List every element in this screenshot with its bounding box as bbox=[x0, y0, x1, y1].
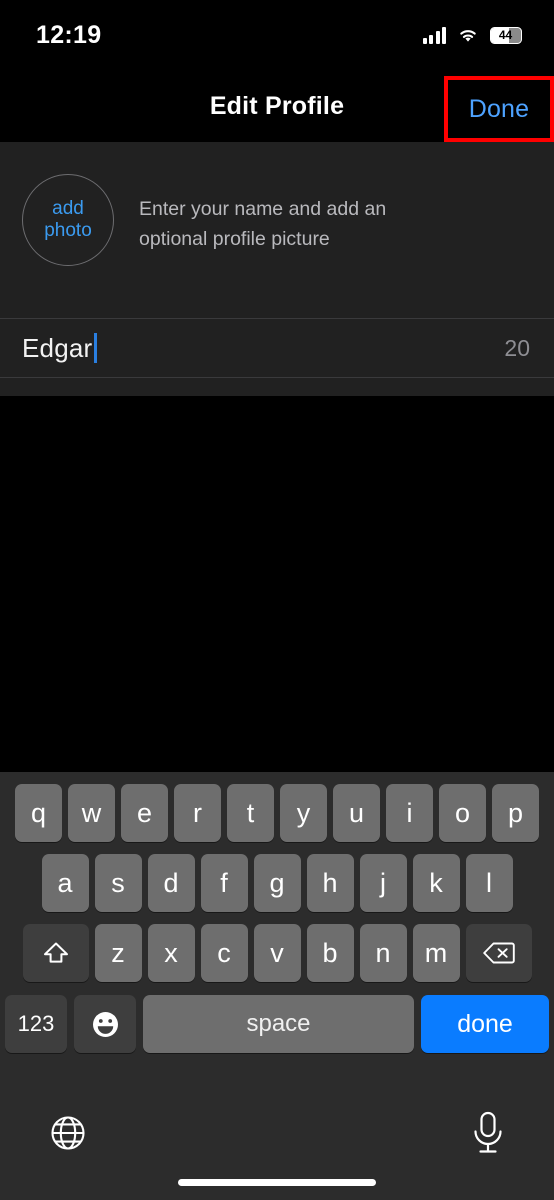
key-e[interactable]: e bbox=[121, 784, 168, 842]
done-button-highlight: Done bbox=[444, 76, 554, 142]
backspace-delete-icon[interactable] bbox=[465, 924, 532, 982]
keyboard-done-key[interactable]: done bbox=[421, 995, 549, 1053]
key-x[interactable]: x bbox=[147, 924, 195, 982]
emoji-smiley-icon[interactable] bbox=[74, 995, 136, 1053]
cellular-signal-icon bbox=[422, 26, 446, 44]
key-u[interactable]: u bbox=[333, 784, 380, 842]
key-w[interactable]: w bbox=[68, 784, 115, 842]
key-a[interactable]: a bbox=[41, 854, 89, 912]
keyboard-utility-row bbox=[0, 1095, 554, 1200]
key-c[interactable]: c bbox=[200, 924, 248, 982]
profile-form-panel: add photo Enter your name and add an opt… bbox=[0, 142, 554, 396]
key-n[interactable]: n bbox=[359, 924, 407, 982]
add-photo-label-line1: add bbox=[52, 198, 84, 220]
shift-arrow-icon[interactable] bbox=[22, 924, 89, 982]
profile-hint-text: Enter your name and add an optional prof… bbox=[139, 198, 387, 251]
character-counter: 20 bbox=[504, 334, 530, 361]
key-h[interactable]: h bbox=[306, 854, 354, 912]
battery-icon: 44 bbox=[490, 26, 522, 44]
iphone-screen: 12:19 44 Edit Profile Done add photo Ent… bbox=[0, 0, 554, 1200]
globe-language-icon[interactable] bbox=[46, 1111, 90, 1160]
key-p[interactable]: p bbox=[492, 784, 539, 842]
done-button[interactable]: Done bbox=[469, 95, 530, 124]
text-cursor bbox=[94, 333, 97, 363]
keyboard-row-2: a s d f g h j k l bbox=[0, 842, 554, 912]
status-bar: 12:19 44 bbox=[0, 0, 554, 70]
add-photo-label-line2: photo bbox=[44, 220, 92, 241]
key-l[interactable]: l bbox=[465, 854, 513, 912]
key-r[interactable]: r bbox=[174, 784, 221, 842]
page-title: Edit Profile bbox=[209, 91, 345, 120]
status-bar-indicators: 44 bbox=[422, 26, 522, 44]
name-input-value: Edgar bbox=[22, 332, 93, 363]
keyboard-row-4: 123 space done bbox=[0, 982, 554, 1053]
key-z[interactable]: z bbox=[94, 924, 142, 982]
home-indicator bbox=[178, 1179, 376, 1186]
space-key[interactable]: space bbox=[143, 995, 414, 1053]
name-input-row[interactable]: Edgar 20 bbox=[0, 318, 554, 378]
key-q[interactable]: q bbox=[15, 784, 62, 842]
key-d[interactable]: d bbox=[147, 854, 195, 912]
battery-percent-label: 44 bbox=[498, 28, 513, 42]
key-g[interactable]: g bbox=[253, 854, 301, 912]
empty-content-area bbox=[0, 396, 554, 772]
key-m[interactable]: m bbox=[412, 924, 460, 982]
microphone-dictation-icon[interactable] bbox=[468, 1109, 508, 1162]
numbers-key[interactable]: 123 bbox=[5, 995, 67, 1053]
key-v[interactable]: v bbox=[253, 924, 301, 982]
keyboard-row-1: q w e r t y u i o p bbox=[0, 772, 554, 842]
profile-header-row: add photo Enter your name and add an opt… bbox=[0, 142, 554, 266]
key-s[interactable]: s bbox=[94, 854, 142, 912]
key-y[interactable]: y bbox=[280, 784, 327, 842]
key-f[interactable]: f bbox=[200, 854, 248, 912]
wifi-icon bbox=[457, 27, 479, 44]
on-screen-keyboard: q w e r t y u i o p a s d f g h j k l z … bbox=[0, 772, 554, 1200]
navigation-bar: Edit Profile Done bbox=[0, 70, 554, 142]
key-o[interactable]: o bbox=[439, 784, 486, 842]
key-i[interactable]: i bbox=[386, 784, 433, 842]
name-input-field[interactable]: Edgar bbox=[22, 333, 97, 364]
add-photo-button[interactable]: add photo bbox=[22, 174, 114, 266]
key-b[interactable]: b bbox=[306, 924, 354, 982]
key-t[interactable]: t bbox=[227, 784, 274, 842]
key-k[interactable]: k bbox=[412, 854, 460, 912]
keyboard-row-3: z x c v b n m bbox=[0, 912, 554, 982]
status-bar-time: 12:19 bbox=[36, 20, 102, 49]
key-j[interactable]: j bbox=[359, 854, 407, 912]
